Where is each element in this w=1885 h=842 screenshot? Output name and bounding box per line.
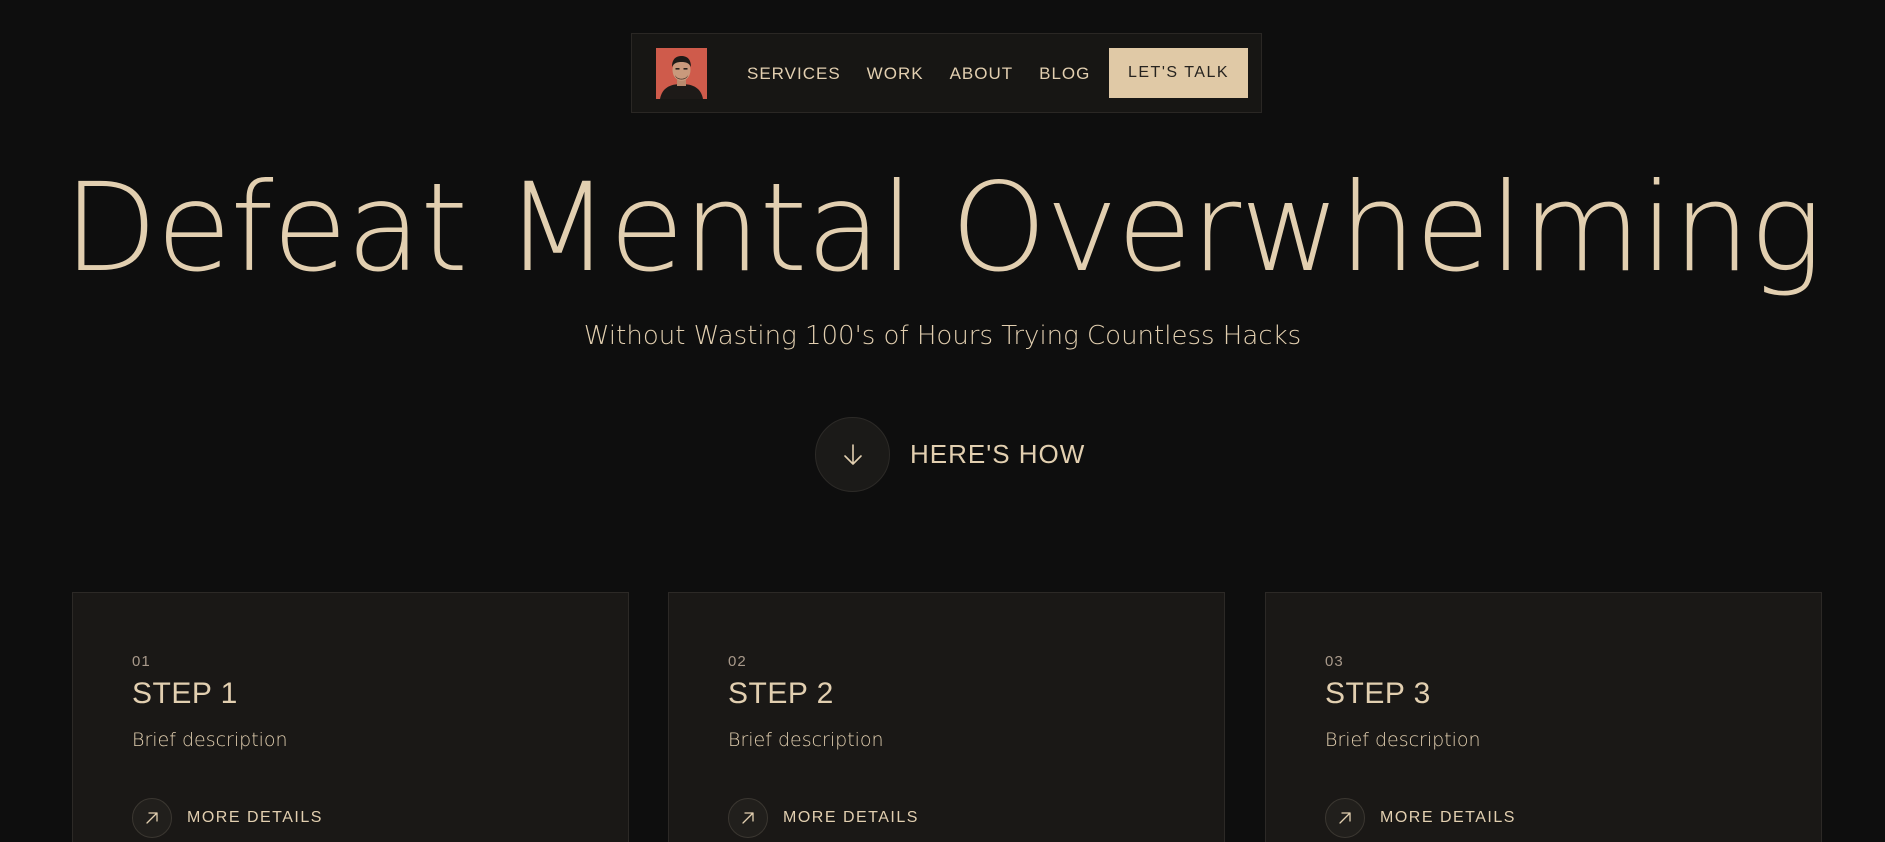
step-number: 03 [1325,653,1344,670]
top-nav: SERVICES WORK ABOUT BLOG LET'S TALK [631,33,1262,113]
avatar-portrait-icon [656,48,707,99]
more-details-button[interactable]: MORE DETAILS [132,798,323,838]
step-card-3: 03 STEP 3 Brief description MORE DETAILS [1265,592,1822,842]
step-title: STEP 3 [1325,677,1431,710]
step-number: 01 [132,653,151,670]
heres-how-label[interactable]: HERE'S HOW [910,439,1085,470]
arrow-down-icon[interactable] [815,417,890,492]
step-description: Brief description [1325,729,1481,751]
heres-how-button[interactable]: HERE'S HOW [815,417,1085,492]
step-title: STEP 2 [728,677,834,710]
nav-link-blog[interactable]: BLOG [1039,64,1090,84]
step-description: Brief description [728,729,884,751]
hero-title: Defeat Mental Overwhelming [63,157,1822,299]
step-card-2: 02 STEP 2 Brief description MORE DETAILS [668,592,1225,842]
nav-link-services[interactable]: SERVICES [747,64,841,84]
more-details-label[interactable]: MORE DETAILS [783,809,919,827]
arrow-up-right-icon[interactable] [1325,798,1365,838]
more-details-button[interactable]: MORE DETAILS [728,798,919,838]
nav-links: SERVICES WORK ABOUT BLOG [747,34,1090,114]
more-details-button[interactable]: MORE DETAILS [1325,798,1516,838]
avatar[interactable] [656,48,707,99]
arrow-up-right-icon[interactable] [728,798,768,838]
step-title: STEP 1 [132,677,238,710]
more-details-label[interactable]: MORE DETAILS [1380,809,1516,827]
hero-subtitle: Without Wasting 100's of Hours Trying Co… [583,321,1302,351]
lets-talk-button[interactable]: LET'S TALK [1109,48,1248,98]
step-number: 02 [728,653,747,670]
step-description: Brief description [132,729,288,751]
arrow-up-right-icon[interactable] [132,798,172,838]
page: SERVICES WORK ABOUT BLOG LET'S TALK Defe… [0,0,1885,842]
nav-link-work[interactable]: WORK [867,64,924,84]
step-card-1: 01 STEP 1 Brief description MORE DETAILS [72,592,629,842]
nav-link-about[interactable]: ABOUT [950,64,1014,84]
more-details-label[interactable]: MORE DETAILS [187,809,323,827]
